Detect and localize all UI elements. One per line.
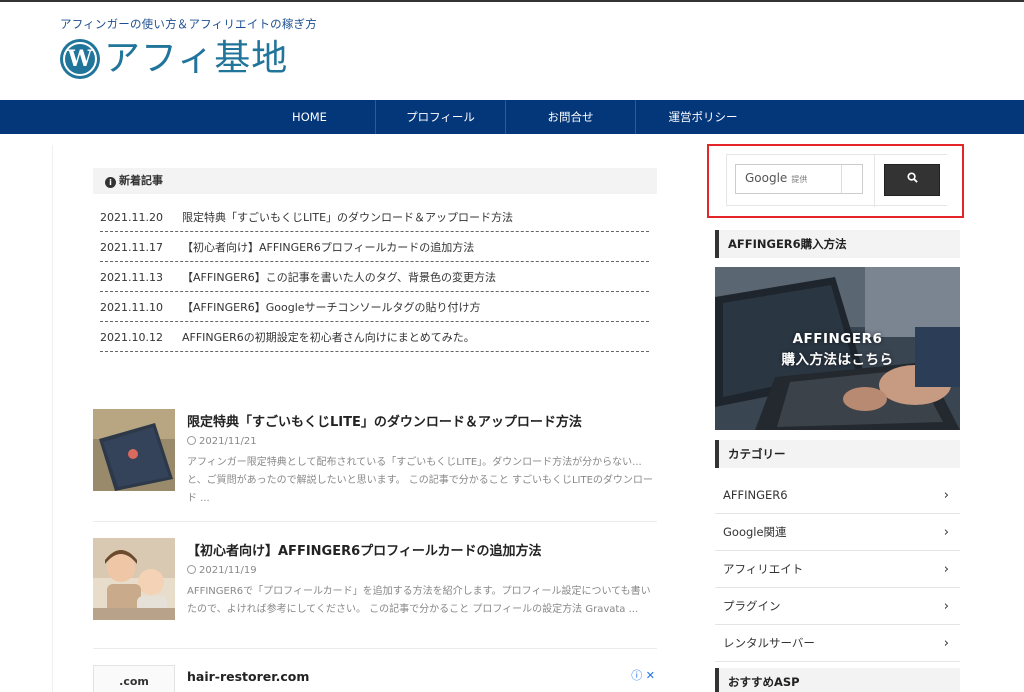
category-heading: カテゴリー xyxy=(715,440,960,468)
post-thumbnail[interactable] xyxy=(93,409,175,491)
ad-info-close-icon[interactable]: ⓘ ✕ xyxy=(631,667,655,683)
clock-icon xyxy=(187,436,196,445)
post-excerpt: アフィンガー限定特典として配布されている「すごいもくじLITE」。ダウンロード方… xyxy=(187,457,653,504)
post-date: 2021/11/21 xyxy=(187,436,257,447)
category-item-affiliate[interactable]: アフィリエイト › xyxy=(715,551,960,588)
category-list: AFFINGER6 › Google関連 › アフィリエイト › プラグイン ›… xyxy=(715,477,960,662)
post-excerpt: AFFINGER6で「プロフィールカード」を追加する方法を紹介します。プロフィー… xyxy=(187,586,651,615)
top-border xyxy=(0,0,1024,2)
new-article-row[interactable]: 2021.10.12 AFFINGER6の初期設定を初心者さん向けにまとめてみた… xyxy=(100,322,649,352)
purchase-banner[interactable]: AFFINGER6 購入方法はこちら xyxy=(715,267,960,430)
chevron-right-icon: › xyxy=(943,487,949,503)
chevron-right-icon: › xyxy=(943,561,949,577)
post-card[interactable]: 限定特典「すごいもくじLITE」のダウンロード＆アップロード方法 2021/11… xyxy=(93,409,657,522)
ad-title[interactable]: hair-restorer.com xyxy=(187,669,309,684)
chevron-right-icon: › xyxy=(943,524,949,540)
chevron-right-icon: › xyxy=(943,598,949,614)
new-articles-list: 2021.11.20 限定特典「すごいもくじLITE」のダウンロード＆アップロー… xyxy=(100,202,649,352)
site-tagline: アフィンガーの使い方＆アフィリエイトの稼ぎ方 xyxy=(60,17,317,31)
search-highlight-box xyxy=(707,144,964,218)
new-article-row[interactable]: 2021.11.10 【AFFINGER6】Googleサーチコンソールタグの貼… xyxy=(100,292,649,322)
banner-text: AFFINGER6 購入方法はこちら xyxy=(781,331,894,368)
post-card[interactable]: 【初心者向け】AFFINGER6プロフィールカードの追加方法 2021/11/1… xyxy=(93,538,657,649)
site-title[interactable]: アフィ基地 xyxy=(104,36,288,82)
category-item-google[interactable]: Google関連 › xyxy=(715,514,960,551)
chevron-right-icon: › xyxy=(943,635,949,651)
nav-item-profile[interactable]: プロフィール xyxy=(375,100,505,134)
main-nav: HOME プロフィール お問合せ 運営ポリシー xyxy=(0,100,1024,134)
nav-item-home[interactable]: HOME xyxy=(244,100,375,134)
post-divider xyxy=(93,648,657,649)
category-item-rental-server[interactable]: レンタルサーバー › xyxy=(715,625,960,662)
ad-card[interactable]: .com hair-restorer.com ⓘ ✕ xyxy=(93,665,657,692)
post-title[interactable]: 【初心者向け】AFFINGER6プロフィールカードの追加方法 xyxy=(187,540,657,559)
post-date: 2021/11/19 xyxy=(187,565,257,576)
new-articles-heading: i 新着記事 xyxy=(93,168,657,194)
new-article-row[interactable]: 2021.11.20 限定特典「すごいもくじLITE」のダウンロード＆アップロー… xyxy=(100,202,649,232)
nav-item-contact[interactable]: お問合せ xyxy=(505,100,635,134)
new-article-row[interactable]: 2021.11.13 【AFFINGER6】この記事を書いた人のタグ、背景色の変… xyxy=(100,262,649,292)
clock-icon xyxy=(187,565,196,574)
post-divider xyxy=(93,521,657,522)
new-article-row[interactable]: 2021.11.17 【初心者向け】AFFINGER6プロフィールカードの追加方… xyxy=(100,232,649,262)
nav-item-policy[interactable]: 運営ポリシー xyxy=(635,100,770,134)
wordpress-icon: W xyxy=(60,39,100,79)
site-logo[interactable]: W アフィ基地 xyxy=(60,36,288,82)
post-thumbnail[interactable] xyxy=(93,538,175,620)
category-item-affinger6[interactable]: AFFINGER6 › xyxy=(715,477,960,514)
purchase-heading: AFFINGER6購入方法 xyxy=(715,230,960,258)
ad-thumbnail[interactable]: .com xyxy=(93,665,175,692)
post-title[interactable]: 限定特典「すごいもくじLITE」のダウンロード＆アップロード方法 xyxy=(187,411,657,430)
info-icon: i xyxy=(105,177,116,188)
asp-heading: おすすめASP xyxy=(715,668,960,692)
category-item-plugin[interactable]: プラグイン › xyxy=(715,588,960,625)
